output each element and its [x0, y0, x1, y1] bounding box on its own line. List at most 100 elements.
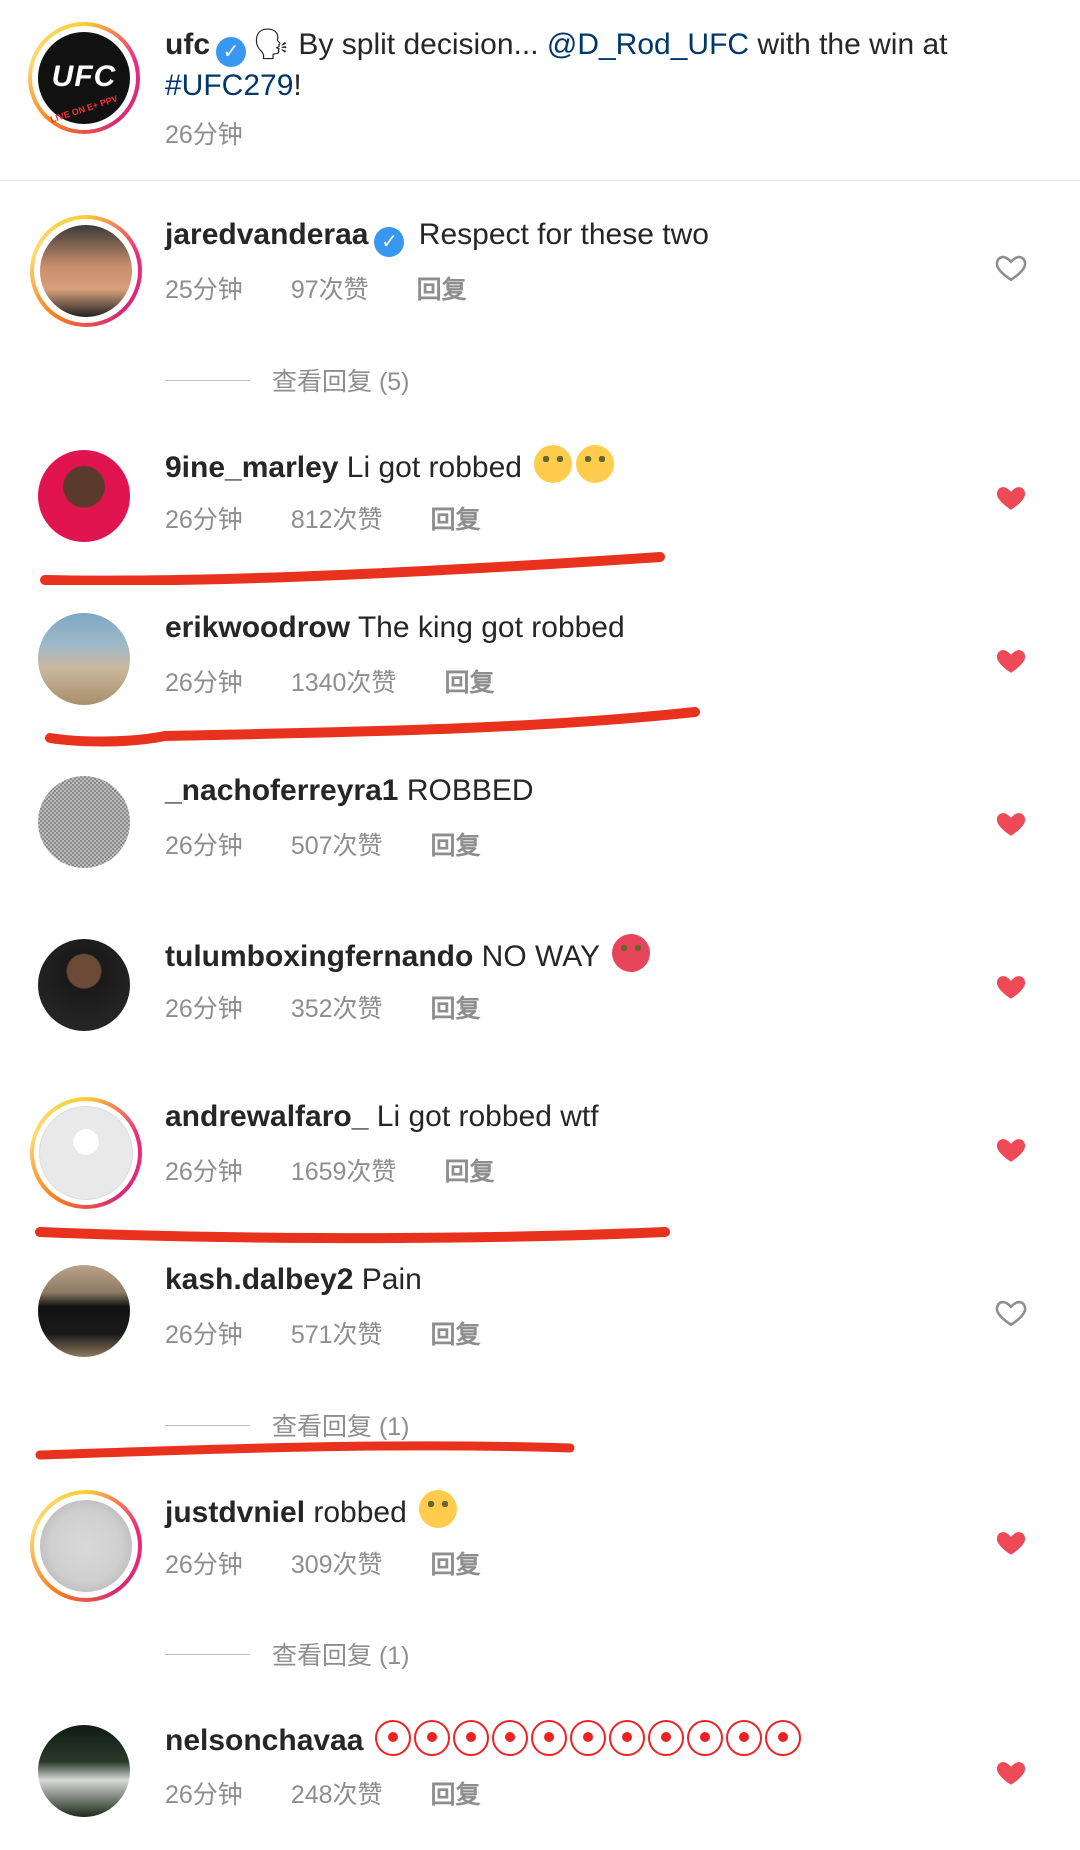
heart-outline-icon[interactable] [994, 1295, 1028, 1329]
caption-mid: with the win at [749, 28, 948, 61]
reply-button[interactable]: 回复 [444, 669, 494, 697]
comment-username[interactable]: erikwoodrow [165, 611, 350, 644]
comment-text: jaredvanderaa ✓ Respect for these two [165, 215, 709, 257]
verified-badge-icon: ✓ [216, 37, 246, 67]
comment-meta: 26分钟 248次赞 回复 [165, 1775, 529, 1811]
comment-time: 26分钟 [165, 832, 243, 860]
comment-avatar[interactable] [30, 1097, 142, 1209]
comment-item: justdvniel robbed 26分钟 309次赞 回复 [0, 1470, 1080, 1620]
divider-line [165, 1424, 250, 1426]
divider-line [165, 379, 250, 381]
comment-avatar[interactable] [38, 776, 130, 868]
comment-body: Li got robbed wtf [376, 1100, 599, 1133]
heart-filled-icon[interactable] [994, 806, 1028, 840]
post-caption: ufc ✓ 🗣 By split decision... @D_Rod_UFC wi… [165, 26, 1045, 104]
clown-face-emoji [569, 1720, 606, 1756]
comment-likes[interactable]: 571次赞 [291, 1321, 383, 1349]
comment-body: Li got robbed [346, 451, 522, 484]
comment-username[interactable]: nelsonchavaa [165, 1724, 363, 1757]
comment-time: 26分钟 [165, 1321, 243, 1349]
comment-avatar[interactable] [38, 1265, 130, 1357]
comment-username[interactable]: tulumboxingfernando [165, 940, 473, 973]
comment-body: NO WAY [481, 940, 600, 973]
comment-username[interactable]: kash.dalbey2 [165, 1263, 353, 1296]
clown-face-emoji [725, 1720, 762, 1756]
view-replies-button[interactable]: 查看回复 (5) [165, 362, 410, 398]
comment-avatar[interactable] [30, 215, 142, 327]
reply-button[interactable]: 回复 [431, 1321, 481, 1349]
comment-text: 9ine_marley Li got robbed [165, 445, 615, 488]
view-replies-label: 查看回复 (1) [272, 1413, 410, 1441]
heart-filled-icon[interactable] [994, 1132, 1028, 1166]
comment-text: andrewalfaro_ Li got robbed wtf [165, 1097, 599, 1137]
comment-avatar[interactable] [38, 939, 130, 1031]
comment-meta: 26分钟 352次赞 回复 [165, 989, 529, 1025]
comment-time: 26分钟 [165, 995, 243, 1023]
reply-button[interactable]: 回复 [417, 276, 467, 304]
reply-button[interactable]: 回复 [431, 506, 481, 534]
heart-filled-icon[interactable] [994, 969, 1028, 1003]
comment-likes[interactable]: 352次赞 [291, 995, 383, 1023]
comment-time: 26分钟 [165, 1781, 243, 1809]
ufc-logo: UFC LIVE ON E+ PPV [38, 32, 130, 125]
comment-item: jaredvanderaa ✓ Respect for these two 25分… [0, 195, 1080, 345]
comment-username[interactable]: justdvniel [165, 1496, 305, 1529]
reply-button[interactable]: 回复 [444, 1158, 494, 1186]
clown-face-emoji [491, 1720, 528, 1756]
caption-end: ! [293, 69, 302, 102]
comment-likes[interactable]: 309次赞 [291, 1551, 383, 1579]
ufc-logo-subtext: LIVE ON E+ PPV [49, 93, 119, 125]
comment-time: 26分钟 [165, 669, 243, 697]
heart-filled-icon[interactable] [994, 643, 1028, 677]
comment-username[interactable]: andrewalfaro_ [165, 1100, 368, 1133]
worried-face-emoji [419, 1490, 458, 1528]
comment-avatar[interactable] [38, 1725, 130, 1817]
comment-time: 26分钟 [165, 1158, 243, 1186]
comment-time: 26分钟 [165, 1551, 243, 1579]
comment-item: nelsonchavaa 26分钟 248次赞 回复 [0, 1700, 1080, 1850]
hashtag-link[interactable]: #UFC279 [165, 69, 293, 102]
comment-item: 9ine_marley Li got robbed 26分钟 812次赞 回复 [0, 425, 1080, 575]
comment-item: erikwoodrow The king got robbed 26分钟 1340… [0, 588, 1080, 738]
comment-body: Pain [361, 1263, 422, 1296]
clown-face-emoji [608, 1720, 645, 1756]
ufc-avatar[interactable]: UFC LIVE ON E+ PPV [28, 22, 140, 134]
heart-filled-icon[interactable] [994, 1525, 1028, 1559]
comment-likes[interactable]: 1340次赞 [291, 669, 397, 697]
ufc-logo-wordmark: UFC [51, 60, 117, 93]
comment-text: _nachoferreyra1 ROBBED [165, 771, 534, 811]
crying-face-emoji [534, 445, 573, 483]
view-replies-button[interactable]: 查看回复 (1) [165, 1636, 410, 1672]
heart-filled-icon[interactable] [994, 1755, 1028, 1789]
reply-button[interactable]: 回复 [431, 995, 481, 1023]
angry-face-emoji [611, 934, 650, 972]
mention-link[interactable]: @D_Rod_UFC [547, 28, 749, 61]
verified-badge-icon: ✓ [374, 227, 405, 257]
clown-face-emoji [530, 1720, 567, 1756]
reply-button[interactable]: 回复 [431, 1781, 481, 1809]
heart-filled-icon[interactable] [994, 480, 1028, 514]
comment-likes[interactable]: 97次赞 [291, 276, 369, 304]
post-header: UFC LIVE ON E+ PPV ufc ✓ 🗣 By split decisi… [0, 0, 1080, 181]
comment-likes[interactable]: 248次赞 [291, 1781, 383, 1809]
reply-button[interactable]: 回复 [431, 832, 481, 860]
comment-likes[interactable]: 1659次赞 [291, 1158, 397, 1186]
comment-body: Respect for these two [418, 218, 709, 251]
comment-avatar[interactable] [38, 613, 130, 705]
heart-outline-icon[interactable] [994, 250, 1028, 284]
post-username[interactable]: ufc [165, 28, 210, 61]
comment-avatar[interactable] [30, 1490, 142, 1602]
comment-username[interactable]: _nachoferreyra1 [165, 774, 398, 807]
reply-button[interactable]: 回复 [431, 1551, 481, 1579]
comment-likes[interactable]: 507次赞 [291, 832, 383, 860]
post-time: 26分钟 [165, 121, 243, 149]
comment-username[interactable]: jaredvanderaa [165, 218, 368, 251]
comment-username[interactable]: 9ine_marley [165, 451, 338, 484]
divider-line [165, 1653, 250, 1655]
view-replies-button[interactable]: 查看回复 (1) [165, 1407, 410, 1443]
comment-avatar[interactable] [38, 450, 130, 542]
view-replies-label: 查看回复 (5) [272, 368, 410, 396]
comment-likes[interactable]: 812次赞 [291, 506, 383, 534]
clown-face-emoji [647, 1720, 684, 1756]
comment-meta: 26分钟 309次赞 回复 [165, 1545, 529, 1581]
